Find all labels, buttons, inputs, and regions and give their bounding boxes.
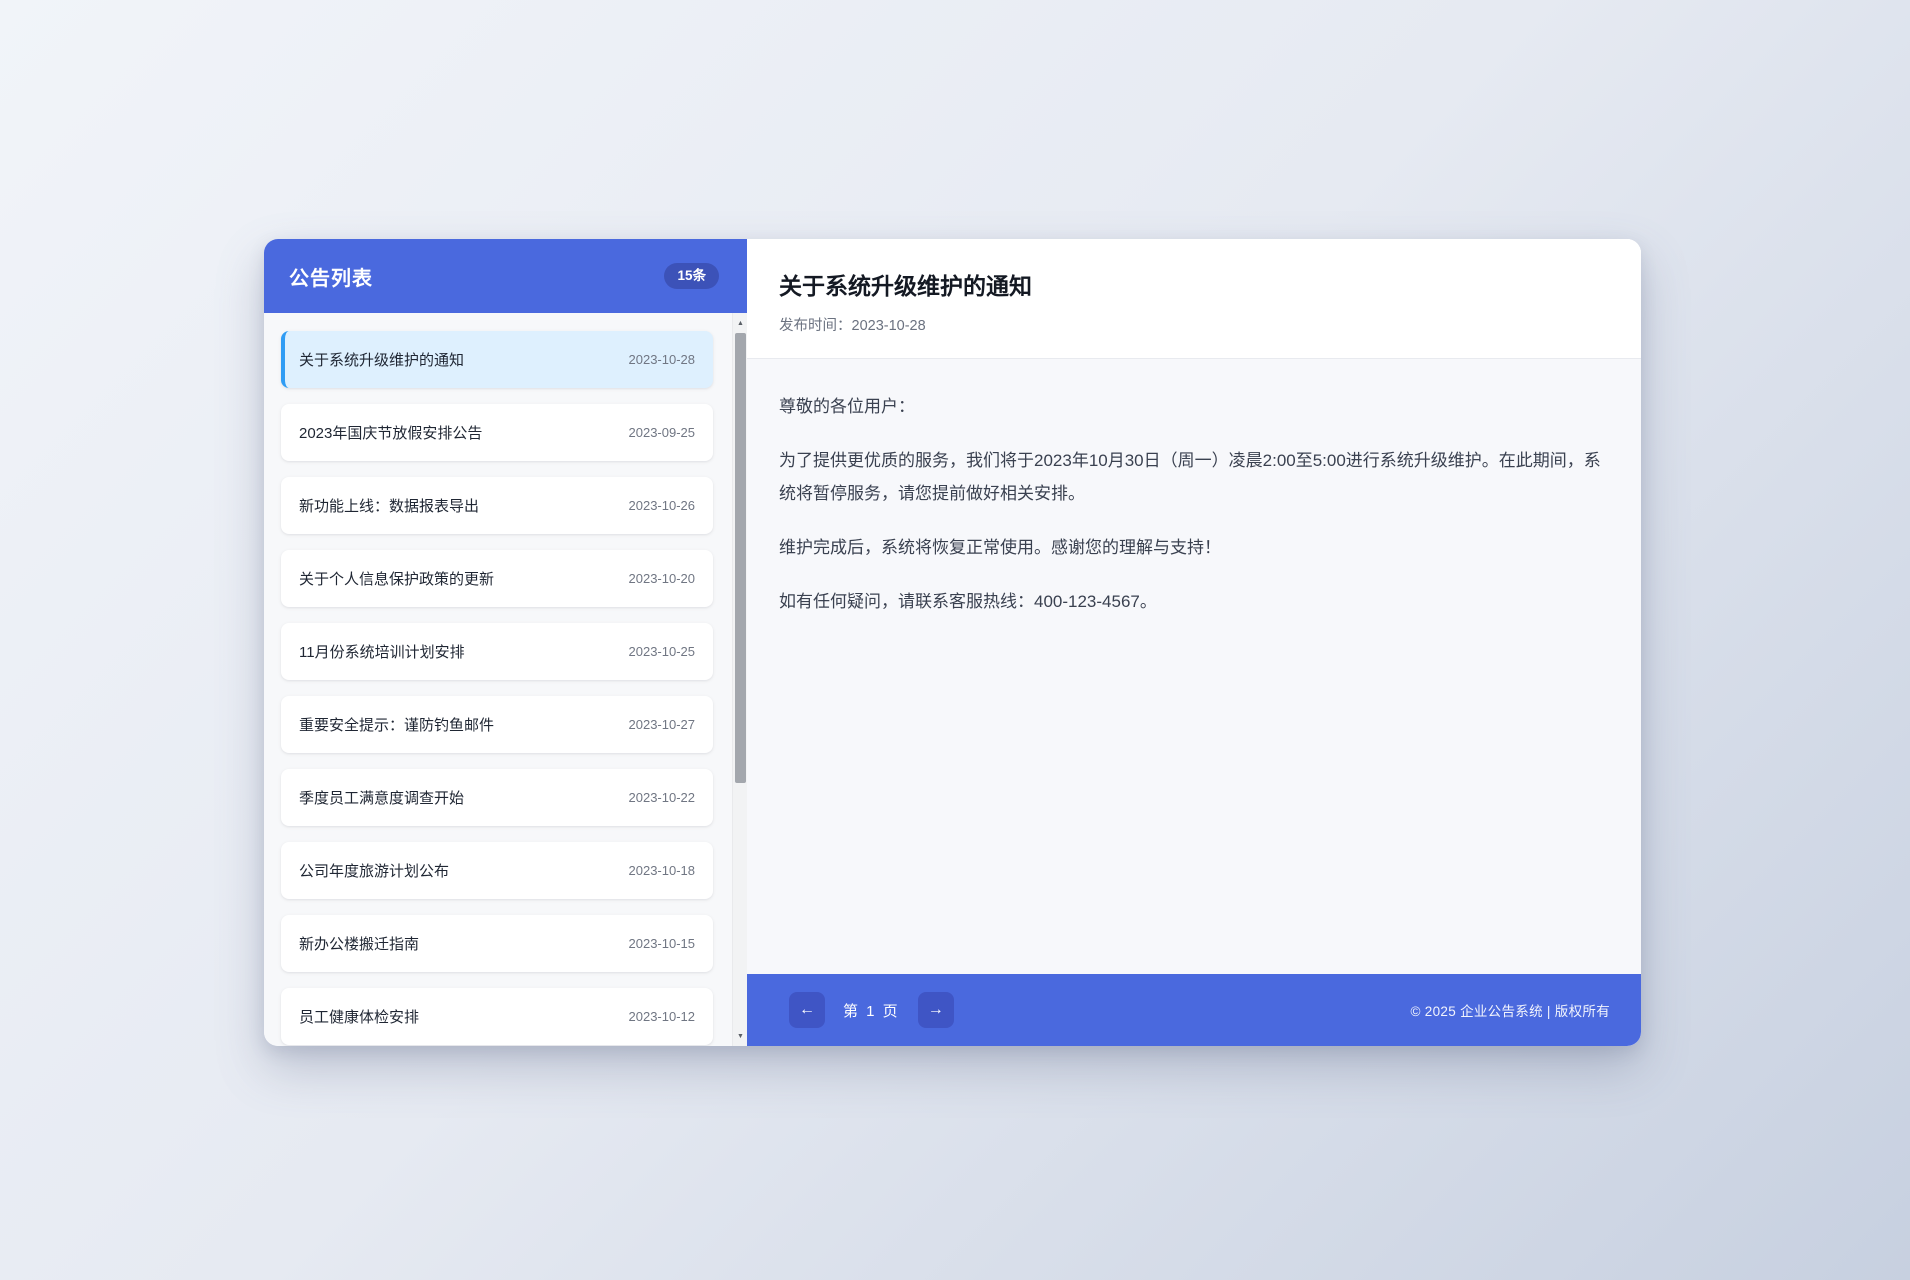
announcement-item-date: 2023-10-15 [629,936,696,951]
publish-time-value: 2023-10-28 [852,318,926,334]
announcement-item-date: 2023-09-25 [629,425,696,440]
announcement-item-title: 关于系统升级维护的通知 [299,349,464,370]
announcement-item-date: 2023-10-28 [629,352,696,367]
sidebar-title: 公告列表 [289,262,373,291]
announcement-list-item[interactable]: 关于系统升级维护的通知 2023-10-28 [281,331,713,388]
publish-time-label: 发布时间： [779,318,852,334]
announcement-list-item[interactable]: 新办公楼搬迁指南 2023-10-15 [281,915,713,972]
announcement-item-title: 员工健康体检安排 [299,1006,419,1027]
scrollbar-thumb[interactable] [735,333,746,783]
announcement-item-title: 11月份系统培训计划安排 [299,641,465,662]
announcement-list: 关于系统升级维护的通知 2023-10-28 2023年国庆节放假安排公告 20… [264,313,732,1046]
announcement-item-date: 2023-10-12 [629,1009,696,1024]
announcement-item-date: 2023-10-26 [629,498,696,513]
announcement-item-title: 新办公楼搬迁指南 [299,933,419,954]
detail-footer: ← 第 1 页 → © 2025 企业公告系统 | 版权所有 [747,974,1641,1046]
announcement-item-date: 2023-10-18 [629,863,696,878]
announcement-detail-panel: 关于系统升级维护的通知 发布时间：2023-10-28 尊敬的各位用户： 为了提供… [747,239,1641,1046]
detail-title: 关于系统升级维护的通知 [779,267,1609,301]
announcement-item-date: 2023-10-20 [629,571,696,586]
announcement-app-card: 公告列表 15条 关于系统升级维护的通知 2023-10-28 2023年国庆节… [264,239,1641,1046]
list-scrollbar[interactable]: ▲ ▼ [732,313,747,1046]
announcement-list-wrap: 关于系统升级维护的通知 2023-10-28 2023年国庆节放假安排公告 20… [264,313,747,1046]
detail-content: 尊敬的各位用户： 为了提供更优质的服务，我们将于2023年10月30日（周一）凌晨… [747,359,1641,974]
detail-header: 关于系统升级维护的通知 发布时间：2023-10-28 [747,239,1641,359]
detail-paragraph: 如有任何疑问，请联系客服热线：400-123-4567。 [779,585,1609,618]
scrollbar-down-arrow-icon[interactable]: ▼ [733,1028,747,1044]
page-indicator: 第 1 页 [843,1000,900,1021]
announcement-list-item[interactable]: 重要安全提示：谨防钓鱼邮件 2023-10-27 [281,696,713,753]
detail-paragraph: 尊敬的各位用户： [779,390,1609,423]
sidebar-header: 公告列表 15条 [264,239,747,313]
announcement-list-item[interactable]: 公司年度旅游计划公布 2023-10-18 [281,842,713,899]
announcement-item-date: 2023-10-27 [629,717,696,732]
announcement-item-date: 2023-10-22 [629,790,696,805]
announcement-item-title: 重要安全提示：谨防钓鱼邮件 [299,714,494,735]
copyright-text: © 2025 企业公告系统 | 版权所有 [1411,1000,1611,1020]
announcement-item-title: 公司年度旅游计划公布 [299,860,449,881]
detail-paragraph: 为了提供更优质的服务，我们将于2023年10月30日（周一）凌晨2:00至5:0… [779,444,1609,510]
announcement-item-title: 新功能上线：数据报表导出 [299,495,479,516]
announcement-list-item[interactable]: 2023年国庆节放假安排公告 2023-09-25 [281,404,713,461]
announcement-count-badge: 15条 [664,263,719,289]
announcement-item-title: 关于个人信息保护政策的更新 [299,568,494,589]
publish-time: 发布时间：2023-10-28 [779,314,1609,335]
announcement-list-item[interactable]: 员工健康体检安排 2023-10-12 [281,988,713,1045]
detail-paragraph: 维护完成后，系统将恢复正常使用。感谢您的理解与支持！ [779,531,1609,564]
announcement-list-item[interactable]: 关于个人信息保护政策的更新 2023-10-20 [281,550,713,607]
pagination: ← 第 1 页 → [789,992,954,1028]
announcement-sidebar: 公告列表 15条 关于系统升级维护的通知 2023-10-28 2023年国庆节… [264,239,747,1046]
announcement-item-title: 季度员工满意度调查开始 [299,787,464,808]
announcement-item-title: 2023年国庆节放假安排公告 [299,422,482,443]
announcement-item-date: 2023-10-25 [629,644,696,659]
next-page-button[interactable]: → [918,992,954,1028]
announcement-list-item[interactable]: 11月份系统培训计划安排 2023-10-25 [281,623,713,680]
scrollbar-up-arrow-icon[interactable]: ▲ [733,315,747,331]
announcement-list-item[interactable]: 季度员工满意度调查开始 2023-10-22 [281,769,713,826]
prev-page-button[interactable]: ← [789,992,825,1028]
announcement-list-item[interactable]: 新功能上线：数据报表导出 2023-10-26 [281,477,713,534]
